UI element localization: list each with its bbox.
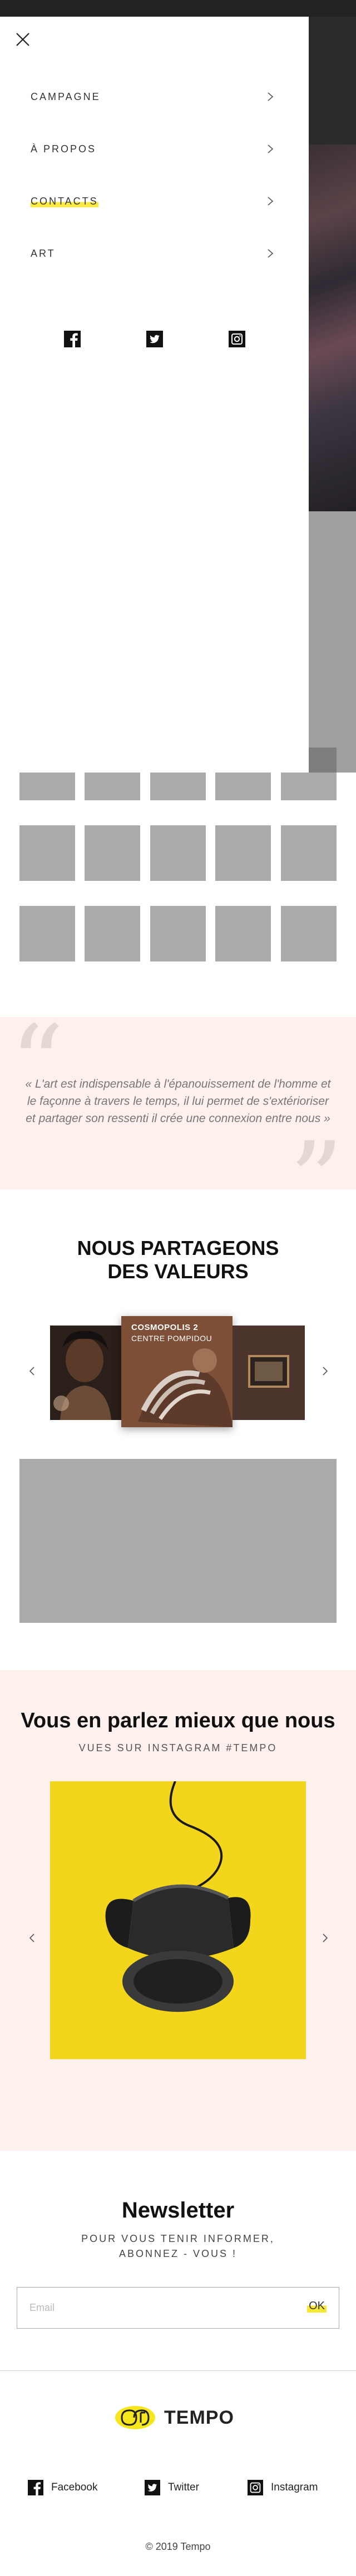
footer-social-label: Instagram [271,2482,318,2493]
carousel-card[interactable] [50,1326,122,1420]
chevron-left-icon[interactable] [26,1364,39,1378]
menu-item-label: CONTACTS [31,195,98,207]
chevron-left-icon[interactable] [26,1931,39,1945]
thumbnail-placeholder[interactable] [85,906,140,961]
brand-name: TEMPO [164,2406,234,2428]
thumbnail-placeholder[interactable] [85,773,140,800]
facebook-icon [28,2480,43,2495]
card-subtitle: CENTRE POMPIDOU [131,1334,212,1343]
tempo-logo-icon [115,2406,155,2429]
logo[interactable]: TEMPO [114,2404,242,2431]
chevron-right-icon[interactable] [318,1931,332,1945]
thumbnail-placeholder[interactable] [19,773,75,800]
top-bar [0,0,356,17]
side-menu: CAMPAGNE À PROPOS CONTACTS ART [0,17,309,773]
footer-facebook-link[interactable]: Facebook [28,2480,97,2495]
background-page-button [309,748,337,773]
menu-item-art[interactable]: ART [31,242,275,265]
menu-item-label: CAMPAGNE [31,91,101,102]
background-page-image-placeholder [309,511,356,773]
quote-text: « L'art est indispensable à l'épanouisse… [25,1078,331,1125]
instagram-title: Vous en parlez mieux que nous [21,1709,335,1732]
chevron-right-icon [268,197,274,206]
framed-artwork-image [233,1326,305,1420]
newsletter-subtitle: POUR VOUS TENIR INFORMER, ABONNEZ - VOUS… [0,2231,356,2261]
close-quote-icon: ” [289,1119,344,1242]
thumbnail-placeholder[interactable] [215,773,271,800]
thumbnail-placeholder[interactable] [150,773,206,800]
thumbnail-placeholder[interactable] [281,906,337,961]
footer-instagram-link[interactable]: Instagram [248,2480,318,2495]
newsletter-form: OK [17,2287,339,2329]
newsletter-title: Newsletter [121,2198,235,2223]
instagram-photo[interactable] [50,1781,306,2059]
portrait-image [50,1326,122,1420]
close-icon[interactable] [14,31,31,48]
newsletter-subtitle-text: POUR VOUS TENIR INFORMER, ABONNEZ - VOUS… [81,2233,275,2259]
values-title: NOUS PARTAGEONS DES VALEURS [0,1237,356,1283]
thumbnail-placeholder[interactable] [281,825,337,881]
carousel-card-active[interactable]: COSMOPOLIS 2 CENTRE POMPIDOU [121,1316,233,1427]
email-field[interactable] [17,2288,284,2328]
footer-divider [0,2370,356,2371]
twitter-icon[interactable] [146,331,163,347]
thumbnail-placeholder[interactable] [281,773,337,800]
values-title-text: NOUS PARTAGEONS DES VALEURS [77,1237,279,1283]
submit-button[interactable]: OK [307,2300,327,2313]
quote-section: “ ” « L'art est indispensable à l'épanou… [0,1012,356,1234]
thumbnail-placeholder[interactable] [150,825,206,881]
thumbnail-placeholder[interactable] [215,906,271,961]
footer-social-label: Twitter [168,2482,199,2493]
facebook-icon[interactable] [64,331,81,347]
thumbnail-placeholder[interactable] [19,825,75,881]
vr-headset-image [50,1781,306,2059]
chevron-right-icon[interactable] [318,1364,332,1378]
menu-item-campagne[interactable]: CAMPAGNE [31,86,275,108]
copyright: © 2019 Tempo [145,2541,211,2552]
thumbnail-placeholder[interactable] [215,825,271,881]
artwork-image [121,1316,233,1427]
chevron-right-icon [268,249,274,258]
thumbnail-placeholder[interactable] [19,906,75,961]
chevron-right-icon [268,92,274,101]
card-title: COSMOPOLIS 2 [131,1323,199,1332]
instagram-subtitle: VUES SUR INSTAGRAM #TEMPO [78,1742,278,1753]
image-placeholder [19,1459,337,1623]
chevron-right-icon [268,145,274,153]
twitter-icon [145,2480,160,2495]
instagram-section: Vous en parlez mieux que nous VUES SUR I… [0,1670,356,2151]
menu-item-label: À PROPOS [31,143,97,155]
footer-twitter-link[interactable]: Twitter [145,2480,199,2495]
menu-item-contacts[interactable]: CONTACTS [31,190,275,212]
background-page-artwork [309,145,356,511]
carousel-card[interactable] [233,1326,305,1420]
menu-item-a-propos[interactable]: À PROPOS [31,138,275,160]
instagram-icon [248,2480,263,2495]
footer-social-label: Facebook [51,2482,98,2493]
thumbnail-placeholder[interactable] [150,906,206,961]
menu-item-label: ART [31,247,56,259]
thumbnail-placeholder[interactable] [85,825,140,881]
instagram-icon[interactable] [229,331,245,347]
